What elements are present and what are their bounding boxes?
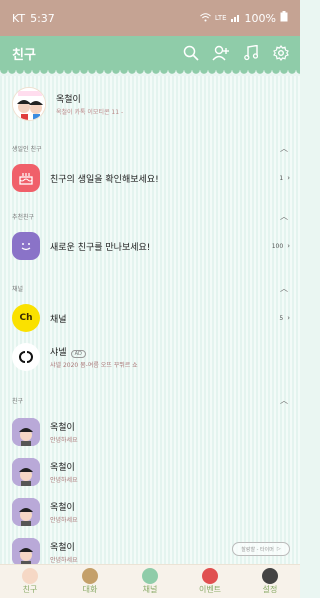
chevron-up-icon[interactable]: ︿ [280, 283, 288, 294]
kakao-channel-icon: Ch [12, 304, 40, 332]
section-birthday[interactable]: 생일인 친구 ︿ [0, 142, 300, 154]
friend-avatar[interactable] [12, 458, 40, 486]
profile-name: 옥철이 [56, 95, 81, 105]
channel-tab-icon [142, 568, 158, 584]
search-icon[interactable] [182, 44, 200, 62]
tab-events-label: 이벤트 [198, 585, 222, 594]
music-player-button[interactable]: 찰랑찰 - 타이머 ▷ [232, 542, 290, 556]
app-bar: 친구 [0, 36, 300, 70]
signal-icon [230, 12, 241, 25]
cake-icon [12, 164, 40, 192]
channel-name: 채널 [50, 314, 67, 325]
friend-name: 옥철이 [50, 503, 75, 513]
carrier: KT [12, 11, 26, 25]
tab-friends-label: 친구 [22, 585, 38, 594]
friends-list[interactable]: 옥철이 옥철이 카톡 이모티콘 11 - 생일인 친구 ︿ 친구의 생일을 확인… [0, 76, 300, 564]
section-channel[interactable]: 채널 ︿ [0, 282, 300, 294]
network-type: LTE [214, 14, 227, 22]
section-channel-label: 채널 [12, 285, 24, 293]
chevron-up-icon[interactable]: ︿ [280, 395, 288, 406]
chanel-subtitle: 샤넬 2020 봄-여름 오뜨 꾸뛰르 쇼 [50, 362, 138, 369]
tab-chats[interactable]: 대화 [65, 567, 115, 597]
ad-badge: AD [70, 350, 86, 358]
recommend-text: 새로운 친구를 만나보세요! [50, 242, 151, 253]
tab-settings-label: 설정 [262, 585, 278, 594]
friend-row[interactable]: 옥철이안녕하세요 [0, 454, 300, 490]
chanel-ad-row[interactable]: 샤넬 AD 샤넬 2020 봄-여름 오뜨 꾸뛰르 쇼 [0, 340, 300, 374]
birthday-count: 1 › [279, 174, 290, 182]
chanel-logo-icon [12, 343, 40, 371]
status-bar: KT 5:37 LTE 100% [0, 0, 300, 36]
section-recommended-label: 추천친구 [12, 213, 35, 221]
tab-settings[interactable]: 설정 [245, 567, 295, 597]
profile-status: 옥철이 카톡 이모티콘 11 - [56, 109, 124, 116]
recommend-count: 100 › [271, 242, 290, 250]
tab-channel[interactable]: 채널 [125, 567, 175, 597]
battery-text: 100% [244, 11, 276, 25]
friend-avatar[interactable] [12, 538, 40, 564]
chevron-up-icon[interactable]: ︿ [280, 143, 288, 154]
chats-tab-icon [82, 568, 98, 584]
friend-status: 안녕하세요 [50, 437, 78, 444]
clock: 5:37 [30, 11, 55, 25]
profile-avatar[interactable] [12, 87, 46, 121]
tab-friends[interactable]: 친구 [5, 567, 55, 597]
section-recommended[interactable]: 추천친구 ︿ [0, 210, 300, 222]
music-player-label: 찰랑찰 - 타이머 [241, 546, 274, 553]
tab-events[interactable]: 이벤트 [185, 567, 235, 597]
section-friends[interactable]: 친구 ︿ [0, 394, 300, 406]
recommend-row[interactable]: 새로운 친구를 만나보세요! 100 › [0, 230, 300, 262]
chevron-right-icon: › [287, 242, 290, 250]
section-friends-label: 친구 [12, 397, 24, 405]
page-title: 친구 [12, 47, 36, 63]
music-icon[interactable] [242, 44, 260, 62]
events-tab-icon [202, 568, 218, 584]
tab-chats-label: 대화 [82, 585, 98, 594]
play-icon: ▷ [276, 546, 281, 552]
friend-status: 안녕하세요 [50, 557, 78, 564]
friends-tab-icon [22, 568, 38, 584]
birthday-row[interactable]: 친구의 생일을 확인해보세요! 1 › [0, 162, 300, 194]
birthday-text: 친구의 생일을 확인해보세요! [50, 174, 159, 185]
friend-row[interactable]: 옥철이안녕하세요 [0, 494, 300, 530]
friend-name: 옥철이 [50, 543, 75, 553]
friend-row[interactable]: 옥철이안녕하세요 [0, 414, 300, 450]
settings-tab-icon [262, 568, 278, 584]
channel-count: 5 › [279, 314, 290, 322]
friend-status: 안녕하세요 [50, 477, 78, 484]
friend-name: 옥철이 [50, 463, 75, 473]
bottom-tab-bar: 친구 대화 채널 이벤트 설정 [0, 564, 300, 598]
chevron-right-icon: › [287, 314, 290, 322]
friend-status: 안녕하세요 [50, 517, 78, 524]
channel-row[interactable]: Ch 채널 5 › [0, 302, 300, 334]
gear-icon[interactable] [272, 44, 290, 62]
battery-icon [280, 11, 288, 25]
my-profile-row[interactable]: 옥철이 옥철이 카톡 이모티콘 11 - [0, 82, 300, 126]
section-birthday-label: 생일인 친구 [12, 145, 42, 153]
chevron-up-icon[interactable]: ︿ [280, 211, 288, 222]
smile-icon [12, 232, 40, 260]
friend-name: 옥철이 [50, 423, 75, 433]
friend-avatar[interactable] [12, 498, 40, 526]
wifi-icon [200, 12, 211, 25]
friend-avatar[interactable] [12, 418, 40, 446]
chanel-name: 샤넬 AD [50, 345, 138, 358]
chevron-right-icon: › [287, 174, 290, 182]
add-friend-icon[interactable] [212, 44, 230, 62]
tab-channel-label: 채널 [142, 585, 158, 594]
